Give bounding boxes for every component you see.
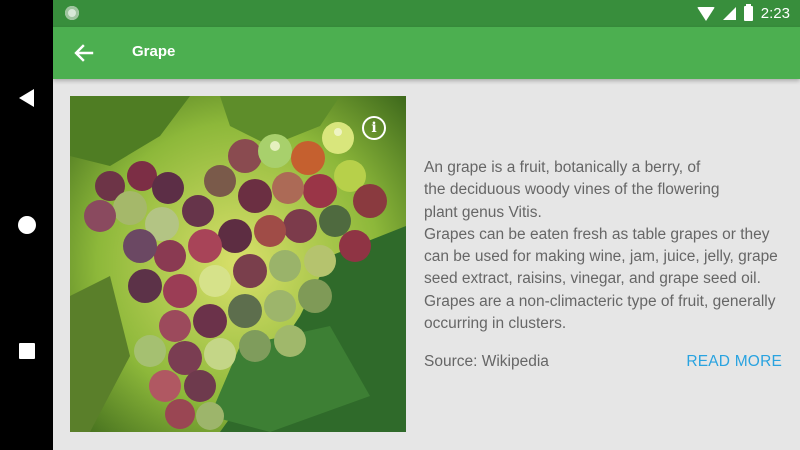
notification-icon [65, 6, 79, 20]
description-line: the deciduous woody vines of the floweri… [424, 181, 720, 199]
wifi-icon [696, 6, 715, 21]
system-nav-bar [0, 0, 53, 450]
grape-photo [70, 96, 406, 432]
description-line: An grape is a fruit, botanically a berry… [424, 159, 701, 176]
recents-square-icon [18, 343, 35, 359]
back-triangle-icon [19, 89, 34, 107]
cell-signal-icon [722, 7, 736, 20]
page-title: Grape [132, 43, 176, 60]
read-more-button[interactable]: READ MORE [686, 353, 782, 371]
description-text: An grape is a fruit, botanically a berry… [424, 157, 786, 335]
nav-back-button[interactable] [0, 78, 53, 118]
arrow-back-icon[interactable] [71, 40, 97, 66]
description-line: plant genus Vitis. [424, 203, 542, 221]
info-icon[interactable]: i [362, 116, 386, 140]
description-line: occurring in clusters. [424, 315, 567, 333]
description-line: Grapes can be eaten fresh as table grape… [424, 225, 770, 243]
description-line: seed extract, raisins, vinegar, and grap… [424, 270, 761, 288]
status-indicators: 2:23 [696, 0, 790, 27]
nav-recents-button[interactable] [0, 331, 53, 371]
home-circle-icon [17, 216, 36, 234]
app-screen: 2:23 Grape i An grape is a fruit, botani… [0, 0, 800, 450]
description-line: Grapes are a non-climacteric type of fru… [424, 292, 776, 310]
app-toolbar: Grape [53, 27, 800, 79]
source-label: Source: Wikipedia [424, 353, 549, 370]
status-bar: 2:23 [53, 0, 800, 27]
description-line: can be used for making wine, jam, juice,… [424, 248, 778, 266]
nav-home-button[interactable] [0, 205, 53, 245]
status-clock: 2:23 [760, 5, 790, 22]
grape-image: i [70, 96, 406, 432]
battery-charging-icon [743, 4, 753, 21]
